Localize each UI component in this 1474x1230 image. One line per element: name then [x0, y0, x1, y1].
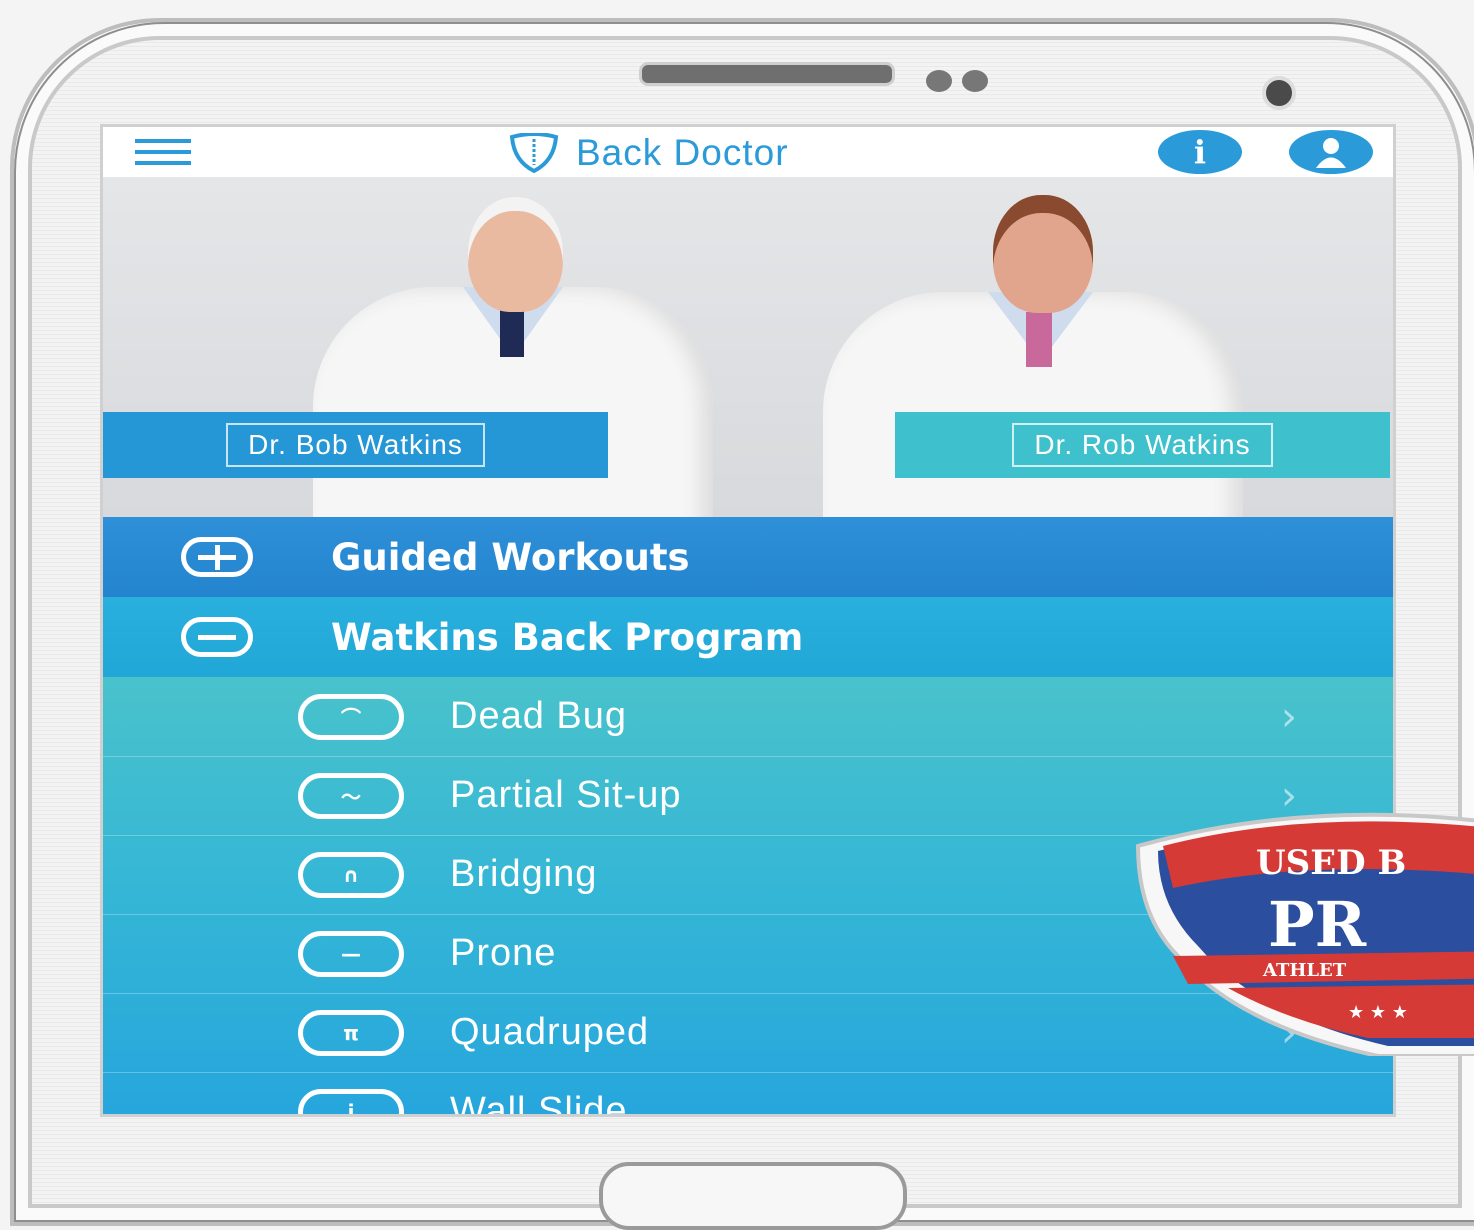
app-header: Back Doctor i [103, 127, 1393, 178]
plus-circle-icon [181, 537, 253, 577]
app-logo: Back Doctor [508, 132, 789, 174]
quadruped-icon: π [298, 1009, 404, 1056]
bridging-icon: ∩ [298, 851, 404, 898]
section-label: Guided Workouts [331, 535, 690, 579]
badge-line1: USED B [1256, 843, 1406, 883]
app-title: Back Doctor [576, 132, 789, 173]
list-item-label: Prone [450, 932, 557, 974]
wall-slide-icon: i [298, 1088, 404, 1114]
info-icon[interactable]: i [1158, 130, 1242, 174]
front-camera [1262, 76, 1296, 110]
chevron-right-icon: › [1281, 693, 1297, 740]
badge-line2: PR [1268, 888, 1367, 961]
light-sensor [962, 70, 988, 92]
earpiece-speaker [639, 62, 895, 86]
doctor-left-name: Dr. Bob Watkins [226, 423, 485, 467]
section-label: Watkins Back Program [331, 615, 804, 659]
shield-spine-icon [509, 133, 559, 173]
doctors-hero-image: Dr. Bob Watkins Dr. Rob Watkins [103, 177, 1393, 517]
hamburger-icon[interactable] [135, 139, 191, 169]
section-guided-workouts[interactable]: Guided Workouts [103, 517, 1393, 597]
minus-circle-icon [181, 617, 253, 657]
proximity-sensor [926, 70, 952, 92]
list-item-wall-slide[interactable]: i Wall Slide [103, 1072, 1393, 1117]
pro-athletes-badge: USED B PR ATHLET ★ ★ ★ [1135, 812, 1474, 1056]
list-item-label: Bridging [450, 853, 598, 895]
doctor-right-nameplate: Dr. Rob Watkins [895, 412, 1390, 478]
list-item-label: Quadruped [450, 1011, 650, 1053]
dead-bug-icon: ⌒ [298, 693, 404, 740]
list-item-dead-bug[interactable]: ⌒ Dead Bug › [103, 677, 1393, 757]
section-watkins-back-program[interactable]: Watkins Back Program [103, 597, 1393, 677]
list-item-label: Partial Sit-up [450, 774, 682, 816]
home-button[interactable] [599, 1162, 907, 1230]
partial-situp-icon: 〜 [298, 772, 404, 819]
badge-stars: ★ ★ ★ [1348, 1002, 1408, 1023]
list-item-label: Dead Bug [450, 695, 628, 737]
badge-line3: ATHLET [1262, 960, 1347, 981]
doctor-right-name: Dr. Rob Watkins [1012, 423, 1273, 467]
user-icon[interactable] [1289, 130, 1373, 174]
list-item-label: Wall Slide [450, 1090, 628, 1117]
prone-icon: — [298, 930, 404, 977]
doctor-left-nameplate: Dr. Bob Watkins [103, 412, 608, 478]
